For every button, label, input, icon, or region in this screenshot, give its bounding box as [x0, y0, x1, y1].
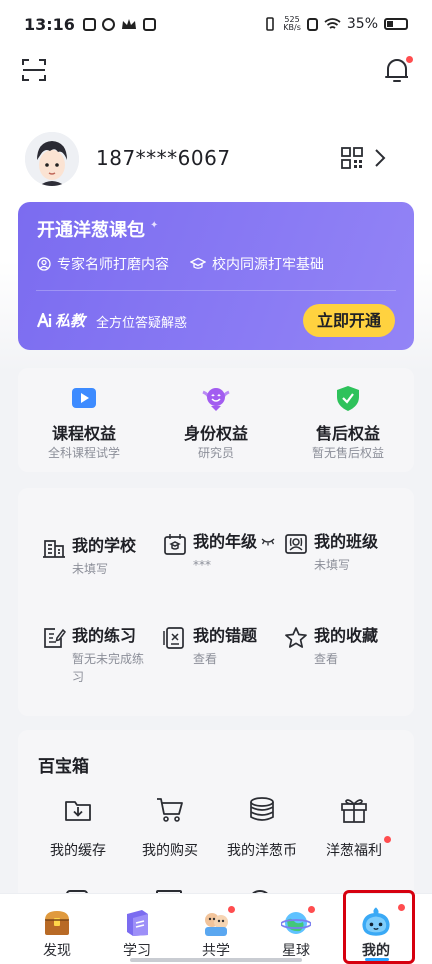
ai-logo-icon [37, 313, 52, 328]
me-badge [398, 904, 405, 911]
identity-rights-item[interactable]: 身份权益 研究员 [150, 368, 282, 472]
ai-tutor-label: 私教 [37, 310, 85, 331]
status-time: 13:16 [24, 14, 75, 34]
me-mascot-icon [362, 907, 390, 936]
practice-icon [44, 628, 66, 648]
promo-divider [36, 290, 396, 291]
nav-co-study[interactable]: 共学 [173, 894, 259, 964]
active-tab-indicator [365, 958, 389, 961]
crown-icon [121, 19, 136, 29]
welfare-badge [384, 836, 391, 843]
gift-icon [341, 799, 367, 823]
planet-icon [281, 912, 311, 934]
bottom-nav: 发现 学习 共学 星球 我的 [0, 893, 432, 964]
download-folder-icon [65, 801, 91, 821]
promo-feature-2: 校内同源打牢基础 [190, 254, 324, 274]
my-cache-item[interactable]: 我的缓存 [30, 796, 126, 860]
net-speed: 525 KB/s [283, 15, 301, 32]
status-bar: 13:16 525 KB/s 35% [0, 0, 432, 48]
wifi-icon [324, 17, 341, 29]
welfare-item[interactable]: 洋葱福利 [306, 796, 402, 860]
my-info-card: 我的学校 未填写 我的年级 *** 我的班级 未填写 我的练习 暂无未完成练习 [18, 488, 414, 716]
avatar-image [25, 132, 79, 186]
notification-icons [82, 17, 156, 31]
identity-badge-icon [202, 388, 230, 411]
eye-closed-icon[interactable] [261, 538, 275, 546]
user-phone[interactable]: 187****6067 [96, 146, 231, 170]
message-icon [142, 17, 156, 31]
study-together-icon [205, 913, 228, 936]
play-icon [72, 388, 96, 408]
treasure-box-title: 百宝箱 [38, 757, 89, 777]
grade-icon [164, 534, 186, 555]
coins-icon [250, 797, 274, 821]
qr-code-icon[interactable] [341, 147, 363, 169]
chevron-right-icon[interactable] [374, 148, 386, 168]
cart-icon [157, 798, 183, 822]
battery-percent: 35% [346, 16, 378, 32]
scan-icon[interactable] [22, 58, 46, 82]
planet-badge [308, 906, 315, 913]
tiktok-icon [82, 17, 96, 31]
course-package-card[interactable]: 开通洋葱课包 ✦ 专家名师打磨内容 校内同源打牢基础 私教 全方位答疑解惑 立即… [18, 202, 414, 350]
co-study-badge [228, 906, 235, 913]
treasure-chest-icon [45, 911, 69, 935]
nav-planet[interactable]: 星球 [253, 894, 339, 964]
course-rights-item[interactable]: 课程权益 全科课程试学 [18, 368, 150, 472]
nav-study[interactable]: 学习 [94, 894, 180, 964]
my-coins-item[interactable]: 我的洋葱币 [214, 796, 310, 860]
notification-bell[interactable] [384, 56, 413, 86]
avatar[interactable] [25, 132, 79, 186]
mistakes-icon [163, 627, 184, 649]
nav-me[interactable]: 我的 [333, 894, 419, 964]
sparkle-icon: ✦ [150, 220, 159, 231]
vibrate-icon [266, 17, 275, 31]
my-purchases-item[interactable]: 我的购买 [122, 796, 218, 860]
bell-badge [406, 56, 413, 63]
promo-feature-1: 专家名师打磨内容 [37, 254, 169, 274]
book-icon [127, 910, 148, 936]
school-icon [43, 540, 65, 558]
app-icon [101, 17, 115, 31]
rights-card: 课程权益 全科课程试学 身份权益 研究员 售后权益 暂无售后权益 [18, 368, 414, 472]
battery-icon [384, 18, 408, 30]
user-icon [37, 257, 51, 271]
class-icon [285, 534, 307, 554]
promo-title: 开通洋葱课包 [37, 220, 145, 241]
system-icons: 525 KB/s 35% [263, 16, 408, 32]
ai-tutor-desc: 全方位答疑解惑 [96, 316, 188, 331]
graduation-cap-icon [190, 257, 206, 269]
after-sales-rights-item[interactable]: 售后权益 暂无售后权益 [282, 368, 414, 472]
nav-discover[interactable]: 发现 [14, 894, 100, 964]
home-indicator[interactable] [130, 958, 302, 962]
shield-check-icon [337, 386, 359, 411]
sim-icon [306, 17, 318, 31]
star-icon [285, 627, 307, 648]
open-now-button[interactable]: 立即开通 [303, 304, 395, 337]
